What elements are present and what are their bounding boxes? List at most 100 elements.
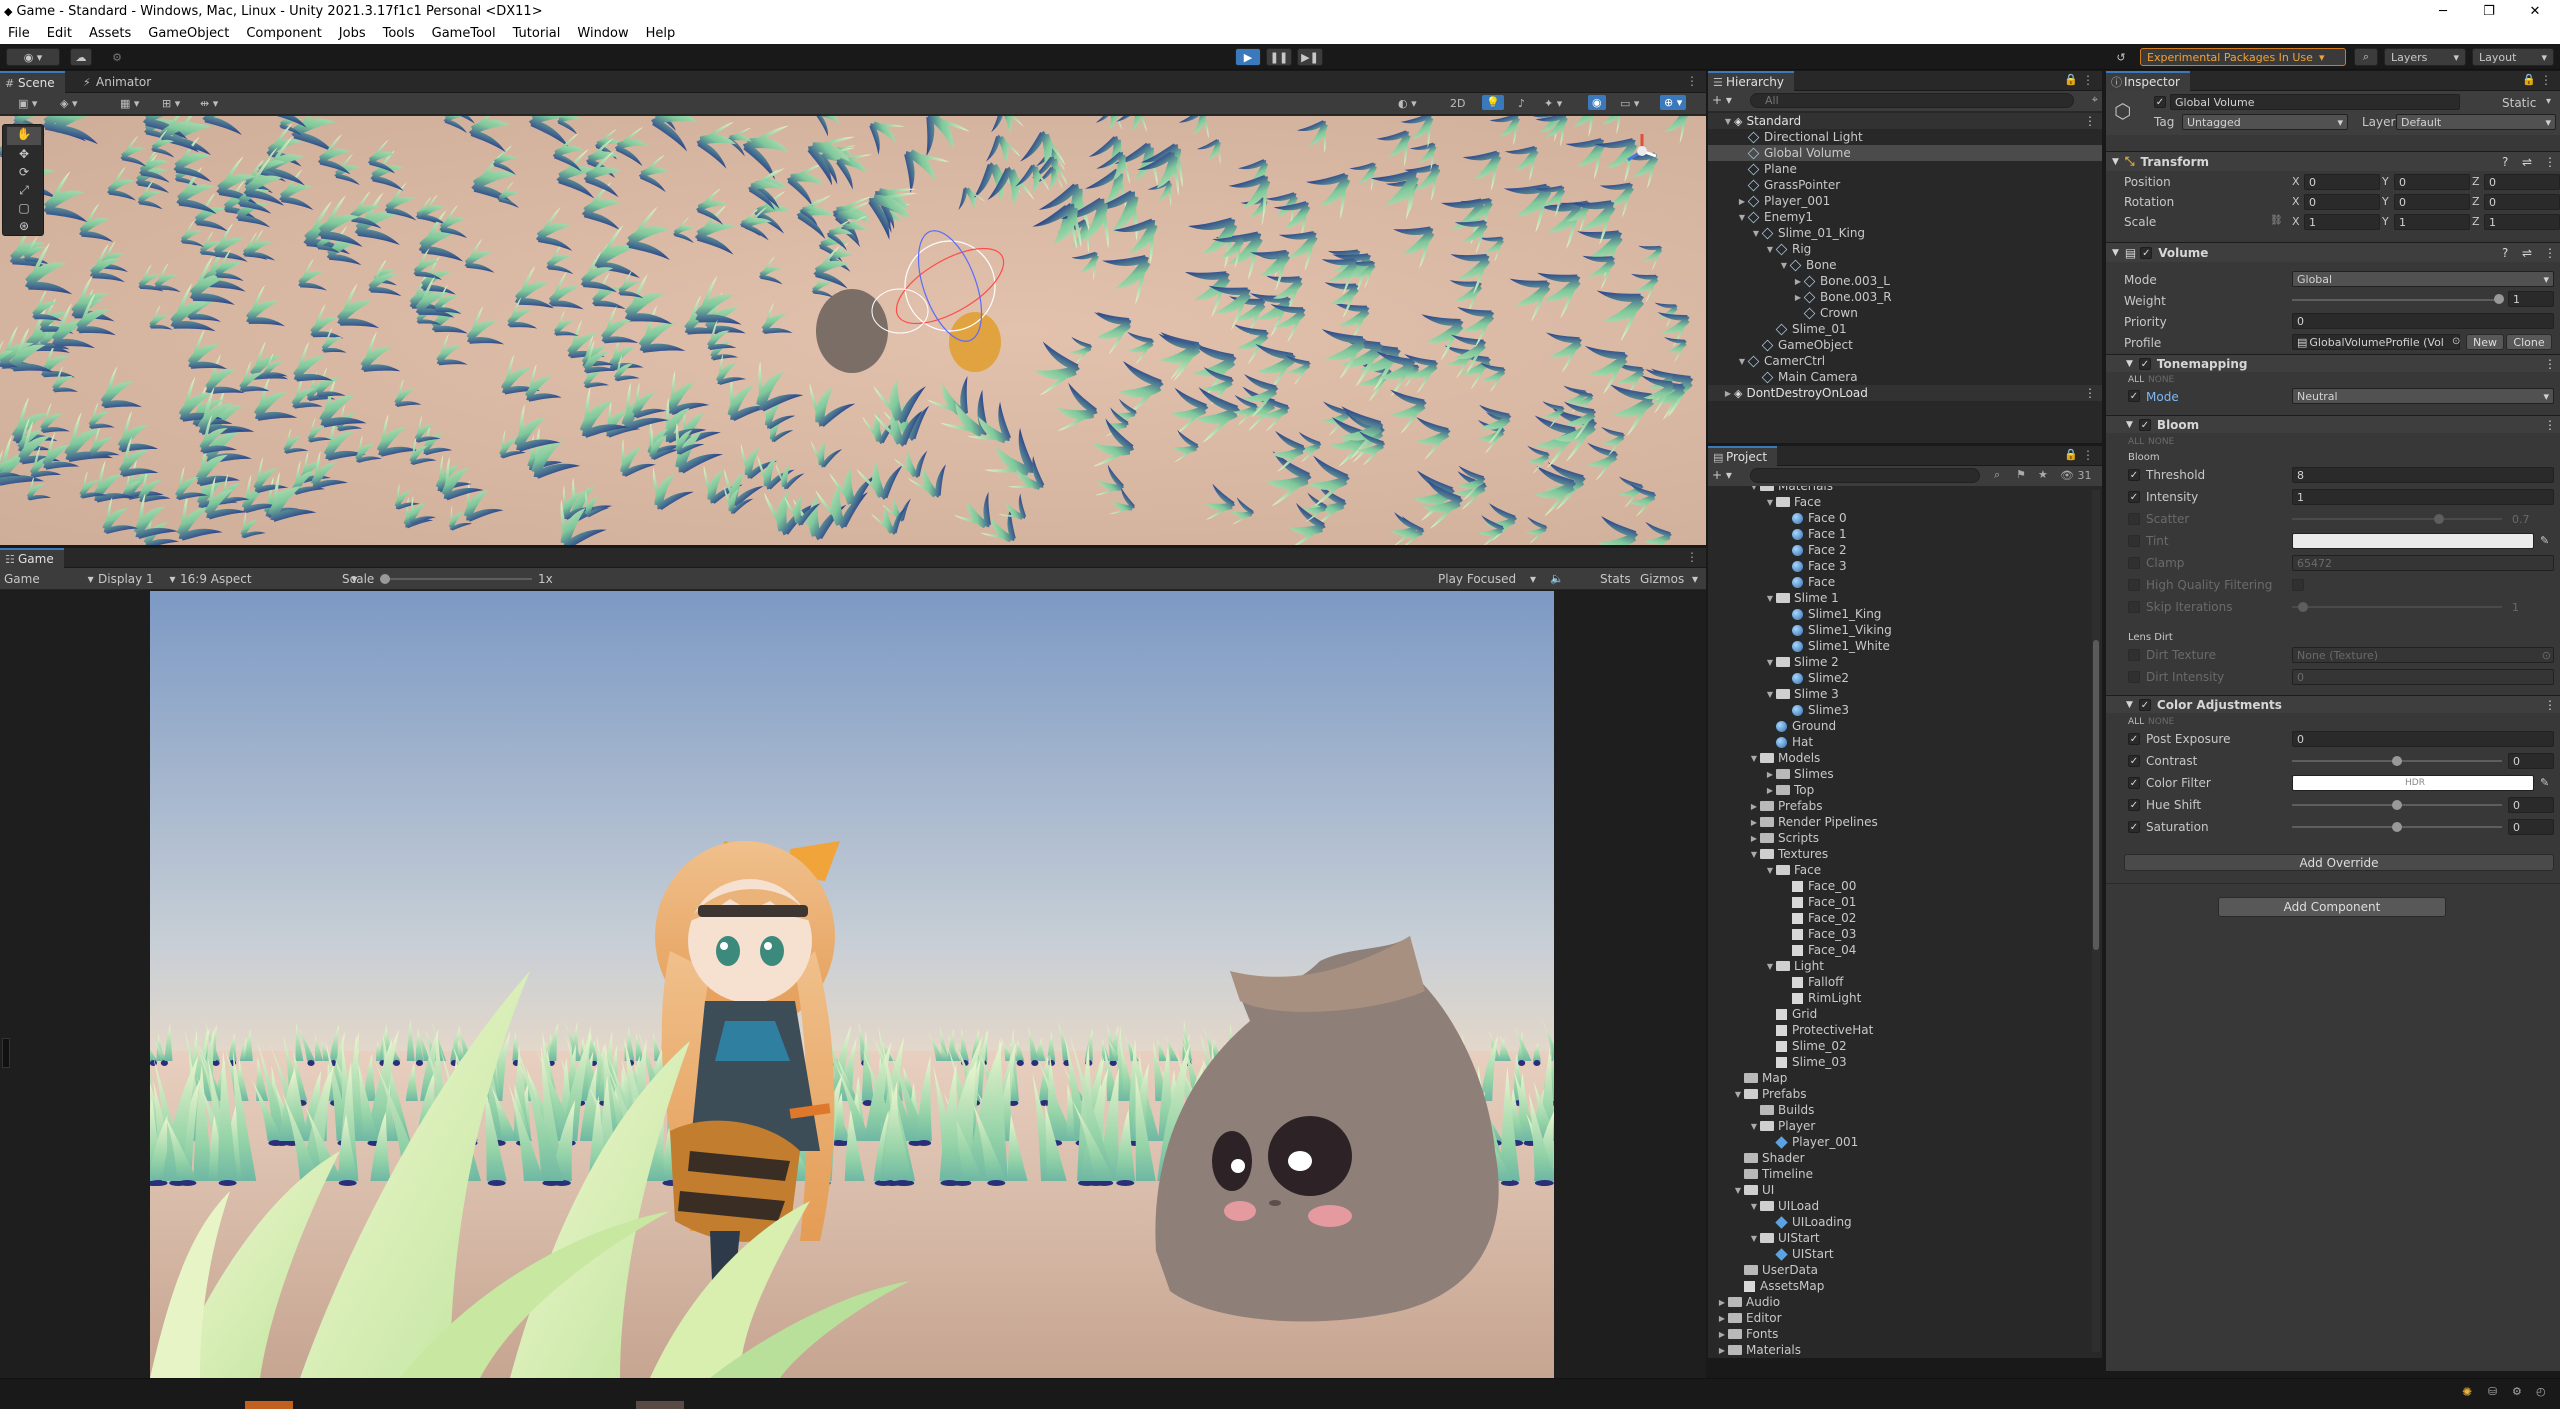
eyedropper-icon[interactable]: ✎: [2540, 534, 2549, 547]
grid-icon[interactable]: ▦ ▾: [120, 97, 139, 110]
menu-gameobject[interactable]: GameObject: [140, 26, 238, 41]
clamp-override-checkbox[interactable]: [2128, 557, 2140, 569]
network-icon[interactable]: ⛁: [2488, 1385, 2497, 1398]
collapse-arrow-icon[interactable]: ▶: [1748, 834, 1760, 843]
priority-field[interactable]: 0: [2292, 313, 2554, 329]
project-item[interactable]: ▶ Editor: [1708, 1310, 2088, 1326]
hierarchy-item[interactable]: ▶ ◈ DontDestroyOnLoad ⋮: [1708, 385, 2102, 401]
expand-arrow-icon[interactable]: ▼: [1764, 658, 1776, 667]
transform-header[interactable]: ▼ ⤡ Transform ? ⇌ ⋮: [2106, 151, 2560, 171]
color-adjustments-enabled-checkbox[interactable]: ✓: [2138, 698, 2151, 711]
component-menu-icon[interactable]: ⋮: [2544, 357, 2556, 371]
project-item[interactable]: ▼ Slime 2: [1708, 654, 2088, 670]
project-item[interactable]: ▶ Fonts: [1708, 1326, 2088, 1342]
hierarchy-item[interactable]: Slime_01: [1708, 321, 2102, 337]
transform-rotation-y-field[interactable]: 0: [2394, 194, 2470, 210]
project-item[interactable]: Slime_02: [1708, 1038, 2088, 1054]
hierarchy-item[interactable]: Plane: [1708, 161, 2102, 177]
rect-tool-icon[interactable]: ▢: [7, 201, 41, 219]
scale-slider[interactable]: [380, 574, 532, 584]
lock-icon[interactable]: 🔒: [2064, 73, 2078, 86]
post-exposure-field[interactable]: 0: [2292, 731, 2554, 747]
project-item[interactable]: Face_01: [1708, 894, 2088, 910]
project-item[interactable]: ▼ UI: [1708, 1182, 2088, 1198]
project-item[interactable]: ▶ Audio: [1708, 1294, 2088, 1310]
color-filter-color-swatch[interactable]: HDR: [2292, 775, 2534, 791]
tonemapping-none-button[interactable]: NONE: [2148, 375, 2174, 385]
increment-icon[interactable]: ⇹ ▾: [200, 97, 218, 110]
play-button[interactable]: ▶: [1235, 48, 1261, 66]
intensity-field[interactable]: 1: [2292, 489, 2554, 505]
transform-position-z-field[interactable]: 0: [2484, 174, 2560, 190]
transform-scale-z-field[interactable]: 1: [2484, 214, 2560, 230]
progress-icon[interactable]: ⚙: [2512, 1385, 2522, 1398]
project-item[interactable]: Face_04: [1708, 942, 2088, 958]
tab-scene[interactable]: # Scene: [0, 71, 65, 93]
search-icon[interactable]: ⌕: [2354, 48, 2378, 66]
expand-arrow-icon[interactable]: ▼: [1748, 1234, 1760, 1243]
panel-menu-icon[interactable]: ⋮: [1686, 74, 1698, 88]
constrain-proportions-icon[interactable]: ⛓: [2270, 215, 2283, 226]
panel-menu-icon[interactable]: ⋮: [2540, 73, 2552, 87]
project-item[interactable]: Slime1_King: [1708, 606, 2088, 622]
lock-icon[interactable]: 🔒: [2522, 73, 2536, 86]
clamp-field[interactable]: 65472: [2292, 555, 2554, 571]
collapse-arrow-icon[interactable]: ▶: [1748, 802, 1760, 811]
add-component-button[interactable]: Add Component: [2218, 897, 2446, 917]
account-button[interactable]: ◉ ▾: [6, 48, 60, 66]
project-item[interactable]: Timeline: [1708, 1166, 2088, 1182]
project-item[interactable]: Grid: [1708, 1006, 2088, 1022]
transform-position-y-field[interactable]: 0: [2394, 174, 2470, 190]
project-item[interactable]: Face 2: [1708, 542, 2088, 558]
project-item[interactable]: ProtectiveHat: [1708, 1022, 2088, 1038]
hierarchy-search-input[interactable]: [1750, 93, 2074, 108]
collapse-arrow-icon[interactable]: ▶: [1748, 818, 1760, 827]
expand-arrow-icon[interactable]: ▼: [1722, 117, 1734, 126]
cloud-icon[interactable]: ☁: [70, 48, 92, 66]
menu-help[interactable]: Help: [638, 26, 685, 41]
contrast-value-field[interactable]: 0: [2508, 753, 2554, 769]
project-item[interactable]: ▶ Materials: [1708, 1342, 2088, 1358]
contrast-slider-thumb[interactable]: [2392, 756, 2402, 766]
bloom-enabled-checkbox[interactable]: ✓: [2138, 418, 2151, 431]
saturation-slider-thumb[interactable]: [2392, 822, 2402, 832]
threshold-override-checkbox[interactable]: ✓: [2128, 469, 2140, 481]
saturation-override-checkbox[interactable]: ✓: [2128, 821, 2140, 833]
tonemapping-enabled-checkbox[interactable]: ✓: [2138, 357, 2151, 370]
project-item[interactable]: ▼ Player: [1708, 1118, 2088, 1134]
menu-window[interactable]: Window: [569, 26, 637, 41]
scene-viewport[interactable]: ✋ ✥ ⟳ ⤢ ▢ ⊛: [0, 116, 1706, 545]
preset-icon[interactable]: ⇌: [2522, 246, 2532, 260]
scatter-override-checkbox[interactable]: [2128, 513, 2140, 525]
project-item[interactable]: ▼ Face: [1708, 862, 2088, 878]
scene-menu-icon[interactable]: ⋮: [2084, 386, 2096, 400]
transform-rotation-x-field[interactable]: 0: [2304, 194, 2380, 210]
project-search-input[interactable]: [1750, 468, 1980, 483]
static-dropdown-icon[interactable]: ▾: [2546, 96, 2551, 107]
project-item[interactable]: Slime3: [1708, 702, 2088, 718]
favorite-icon[interactable]: ★: [2038, 468, 2048, 481]
project-item[interactable]: Builds: [1708, 1102, 2088, 1118]
tonemapping-mode-dropdown[interactable]: Neutral ▾: [2292, 388, 2554, 404]
hierarchy-item[interactable]: Main Camera: [1708, 369, 2102, 385]
color-adj-none-button[interactable]: NONE: [2148, 717, 2174, 727]
layers-dropdown[interactable]: Layers ▾: [2384, 48, 2466, 66]
menu-assets[interactable]: Assets: [81, 26, 140, 41]
hierarchy-item[interactable]: Global Volume: [1708, 145, 2102, 161]
draw-mode-icon[interactable]: ▣ ▾: [18, 97, 37, 110]
play-focused-dropdown[interactable]: Play Focused ▾: [1438, 572, 1536, 586]
tag-dropdown[interactable]: Untagged ▾: [2182, 114, 2348, 130]
menu-gametool[interactable]: GameTool: [424, 26, 505, 41]
project-item[interactable]: Face 3: [1708, 558, 2088, 574]
tab-game[interactable]: ☷ Game: [0, 548, 64, 568]
camera-icon[interactable]: ▭ ▾: [1620, 97, 1639, 110]
project-item[interactable]: ▼ Light: [1708, 958, 2088, 974]
weight-slider-thumb[interactable]: [2494, 294, 2504, 304]
scatter-slider[interactable]: [2292, 518, 2502, 520]
hidden-packages-count[interactable]: 👁 31: [2060, 469, 2091, 482]
move-tool-icon[interactable]: ✥: [7, 147, 41, 165]
hierarchy-item[interactable]: Crown: [1708, 305, 2102, 321]
project-item[interactable]: Shader: [1708, 1150, 2088, 1166]
step-button[interactable]: ▶❚: [1297, 48, 1323, 66]
project-item[interactable]: ▶ Slimes: [1708, 766, 2088, 782]
